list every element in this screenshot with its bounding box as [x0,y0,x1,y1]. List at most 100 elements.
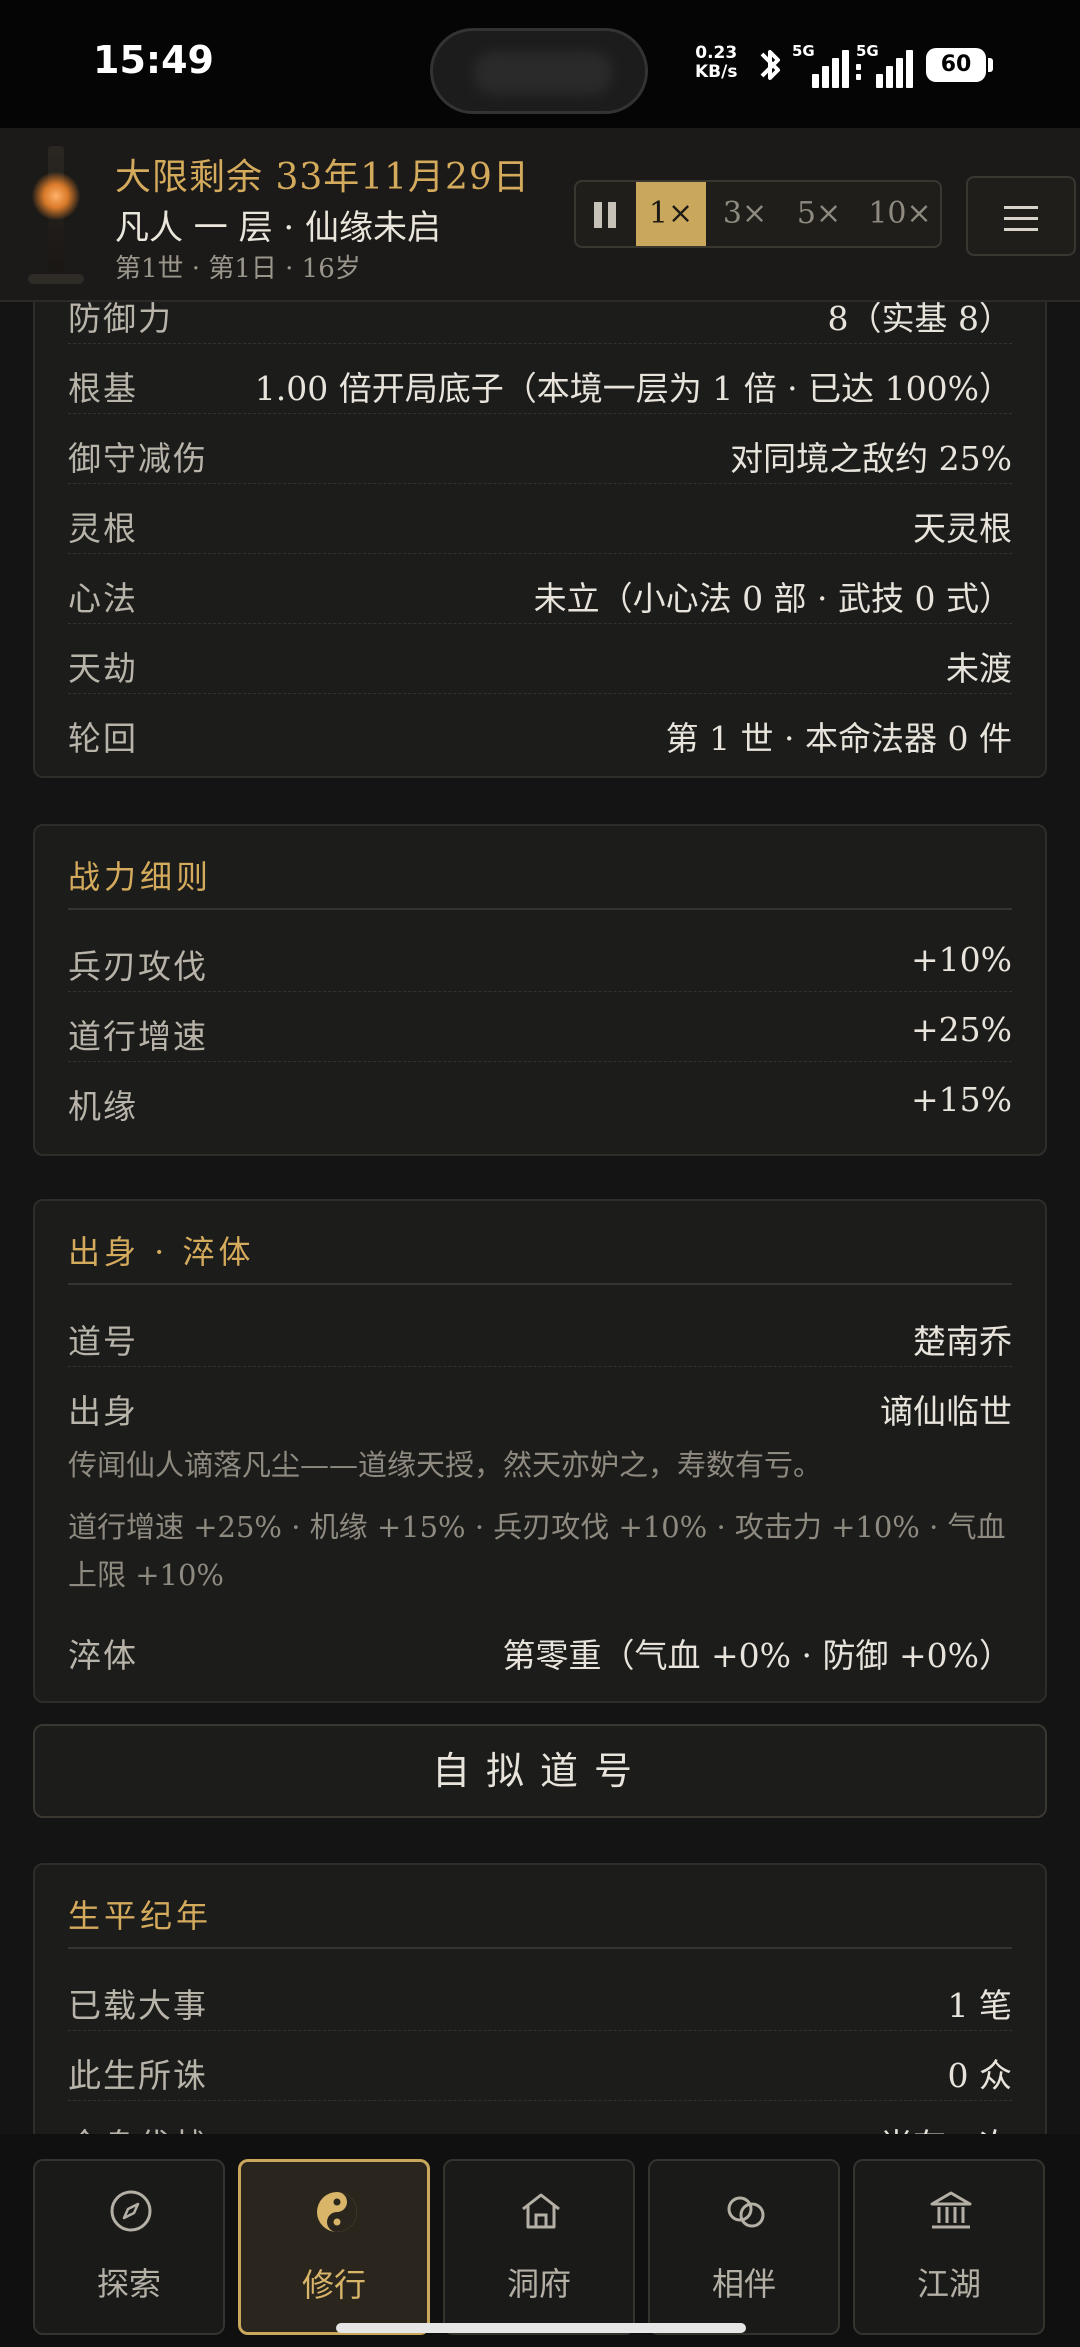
stat-label: 轮回 [68,719,138,758]
compass-icon [110,2190,152,2232]
stat-label: 淬体 [68,1636,138,1675]
cultivation-stats-card: 防御力 8（实基 8） 根基 1.00 倍开局底子（本境一层为 1 倍 · 已达… [33,302,1047,778]
stat-value: +25% [911,1010,1012,1049]
stat-row: 机缘 +15% [68,1062,1012,1132]
speed-control: 1× 3× 5× 10× [574,180,942,248]
stat-value: 1 笔 [947,1986,1013,2025]
stat-value: 第 1 世 · 本命法器 0 件 [665,719,1012,758]
card-title: 生平纪年 [68,1897,213,1935]
yin-yang-icon [317,2192,357,2232]
stat-label: 兵刃攻伐 [68,947,208,986]
stat-row: 根基 1.00 倍开局底子（本境一层为 1 倍 · 已达 100%） [68,344,1012,414]
rings-icon [727,2196,765,2228]
home-indicator[interactable] [336,2323,746,2333]
stat-value: 楚南乔 [913,1322,1012,1361]
combat-details-card: 战力细则 兵刃攻伐 +10% 道行增速 +25% 机缘 +15% [33,824,1047,1156]
stat-label: 御守减伤 [68,439,208,478]
nav-tab-label: 相伴 [711,2265,776,2303]
nav-tab-label: 江湖 [916,2265,981,2303]
stat-label: 出身 [68,1392,138,1431]
bottom-nav: 探索 修行 洞府 相伴 江湖 [0,2134,1080,2347]
dynamic-island [430,28,648,114]
stat-row: 灵根 天灵根 [68,484,1012,554]
stat-row: 御守减伤 对同境之敌约 25% [68,414,1012,484]
nav-tab-cave[interactable]: 洞府 [443,2159,635,2335]
network-speed: 0.23 KB/s [695,44,737,82]
stat-label: 灵根 [68,509,138,548]
pause-icon [594,202,620,228]
status-time: 15:49 [93,38,214,82]
nav-tab-cultivation[interactable]: 修行 [238,2159,430,2335]
card-title: 战力细则 [68,858,213,896]
menu-button[interactable] [966,176,1076,256]
house-icon [522,2193,560,2229]
chronicle-card: 生平纪年 已载大事 1 笔 此生所诛 0 众 全身伐战 尚存一次 [33,1863,1047,2134]
stat-value: 8（实基 8） [827,302,1012,338]
stat-value: +15% [911,1080,1012,1119]
speed-1x-button[interactable]: 1× [636,182,706,246]
speed-10x-button[interactable]: 10× [858,182,942,246]
stat-value: 尚存一次 [880,2119,1012,2134]
signal-sim2-icon: 5G [856,42,914,88]
content-scroll[interactable]: 防御力 8（实基 8） 根基 1.00 倍开局底子（本境一层为 1 倍 · 已达… [0,302,1080,2134]
nav-tab-label: 洞府 [506,2265,571,2303]
stat-value: 第零重（气血 +0% · 防御 +0%） [502,1636,1012,1675]
origin-row: 出身 谪仙临世 [68,1367,1012,1437]
stat-label: 天劫 [68,649,138,688]
stat-value: 谪仙临世 [880,1392,1012,1431]
stat-row: 轮回 第 1 世 · 本命法器 0 件 [68,694,1012,764]
sim1-label: 5G [792,42,815,60]
nav-tab-jianghu[interactable]: 江湖 [853,2159,1045,2335]
custom-dao-name-button[interactable]: 自拟道号 [33,1724,1047,1818]
status-bar: 15:49 0.23 KB/s 5G 5G 60 [0,0,1080,128]
stat-row: 心法 未立（小心法 0 部 · 武技 0 式） [68,554,1012,624]
stat-value: 0 众 [947,2056,1013,2095]
network-speed-unit: KB/s [695,62,738,82]
app-header: 大限剩余 33年11月29日 凡人 一 层 · 仙缘未启 第1世 · 第1日 ·… [0,128,1080,302]
stat-label: 机缘 [68,1087,138,1126]
card-title: 出身 · 淬体 [68,1233,255,1271]
nav-tab-label: 探索 [96,2265,161,2303]
stat-row: 防御力 8（实基 8） [68,302,1012,344]
stat-label: 道行增速 [68,1017,208,1056]
realm-status: 凡人 一 层 · 仙缘未启 [115,208,442,248]
stat-label: 此生所诛 [68,2056,208,2095]
origin-card: 出身 · 淬体 道号 楚南乔 出身 谪仙临世 传闻仙人谪落凡尘——道缘天授，然天… [33,1199,1047,1703]
stat-row: 兵刃攻伐 +10% [68,922,1012,992]
stat-label: 防御力 [68,302,173,338]
temple-icon [930,2191,972,2229]
stat-value: +10% [911,940,1012,979]
life-meta: 第1世 · 第1日 · 16岁 [115,254,361,284]
speed-3x-button[interactable]: 3× [710,182,780,246]
candle-icon [28,146,84,286]
stat-label: 已载大事 [68,1986,208,2025]
stat-row: 此生所诛 0 众 [68,2031,1012,2101]
stat-row: 天劫 未渡 [68,624,1012,694]
stat-row: 道行增速 +25% [68,992,1012,1062]
lifespan-remaining: 大限剩余 33年11月29日 [115,157,530,198]
network-speed-value: 0.23 [695,43,738,63]
stat-value: 对同境之敌约 25% [730,439,1012,478]
sim2-label: 5G [856,42,879,60]
origin-bonuses: 道行增速 +25% · 机缘 +15% · 兵刃攻伐 +10% · 攻击力 +1… [68,1510,1006,1592]
stat-value: 未立（小心法 0 部 · 武技 0 式） [533,579,1012,618]
nav-tab-companion[interactable]: 相伴 [648,2159,840,2335]
dao-name-row: 道号 楚南乔 [68,1297,1012,1367]
stat-label: 道号 [68,1322,138,1361]
stat-label: 全身伐战 [68,2119,208,2134]
bluetooth-icon [760,50,780,80]
temper-row: 淬体 第零重（气血 +0% · 防御 +0%） [68,1611,1012,1681]
stat-value: 1.00 倍开局底子（本境一层为 1 倍 · 已达 100%） [254,369,1012,408]
stat-value: 天灵根 [913,509,1012,548]
stat-row: 已载大事 1 笔 [68,1961,1012,2031]
signal-sim1-icon: 5G [792,42,850,88]
stat-label: 心法 [68,579,138,618]
speed-5x-button[interactable]: 5× [784,182,854,246]
nav-tab-explore[interactable]: 探索 [33,2159,225,2335]
pause-button[interactable] [576,182,634,246]
stat-row: 全身伐战 尚存一次 [68,2101,1012,2134]
stat-label: 根基 [68,369,138,408]
nav-tab-label: 修行 [301,2266,366,2304]
battery-icon: 60 [926,48,986,82]
origin-description: 传闻仙人谪落凡尘——道缘天授，然天亦妒之，寿数有亏。 [68,1448,823,1482]
